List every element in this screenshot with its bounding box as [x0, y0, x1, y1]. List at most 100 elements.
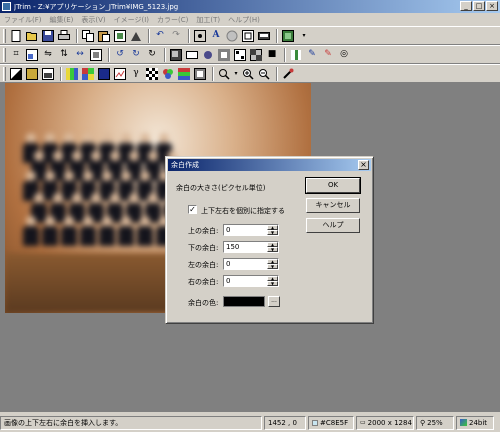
spin-down-icon[interactable]: ▼	[267, 281, 278, 286]
menu-image[interactable]: イメージ(I)	[114, 15, 149, 25]
image-size-icon: ▭	[360, 418, 366, 426]
shadow-icon[interactable]	[169, 48, 183, 62]
crop-icon[interactable]: ⌗	[9, 48, 23, 62]
toolbar-grip	[3, 47, 6, 62]
paint-icon[interactable]	[129, 29, 143, 43]
new-icon[interactable]	[9, 29, 23, 43]
circle-icon[interactable]	[225, 29, 239, 43]
mask-icon[interactable]	[185, 48, 199, 62]
individual-margin-checkbox[interactable]: ✓	[188, 205, 197, 214]
bottom-margin-spinner[interactable]: ▲ ▼	[267, 242, 278, 252]
color-icon[interactable]	[65, 67, 79, 81]
rotate-left-icon[interactable]: ↺	[113, 48, 127, 62]
toolbar-main: ↶ ↷ A ▾	[0, 26, 500, 45]
right-margin-input[interactable]	[225, 276, 266, 286]
tone-icon[interactable]	[97, 67, 111, 81]
menu-help[interactable]: ヘルプ(H)	[228, 15, 260, 25]
noise-icon[interactable]	[233, 48, 247, 62]
toolbar-separator	[284, 47, 286, 62]
search-icon[interactable]	[217, 67, 231, 81]
dialog-title-bar: 余白作成 ×	[168, 159, 371, 171]
eyedropper-icon[interactable]	[281, 67, 295, 81]
ok-button[interactable]: OK	[305, 177, 361, 194]
margin-color-button[interactable]: ...	[268, 296, 280, 307]
right-margin-spinner[interactable]: ▲ ▼	[267, 276, 278, 286]
brush-icon[interactable]	[289, 48, 303, 62]
toolbar-color: γ ▾	[0, 64, 500, 83]
bottom-margin-input[interactable]	[225, 242, 266, 252]
left-margin-spinner[interactable]: ▲ ▼	[267, 259, 278, 269]
chevron-down-icon[interactable]: ▾	[233, 67, 239, 81]
status-depth: 24bit	[456, 415, 494, 430]
save-icon[interactable]	[41, 29, 55, 43]
dither-icon[interactable]	[145, 67, 159, 81]
rotate-icon[interactable]	[89, 48, 103, 62]
rotate-right-icon[interactable]: ↻	[129, 48, 143, 62]
margin-color-swatch[interactable]	[223, 296, 265, 307]
left-margin-input[interactable]	[225, 259, 266, 269]
spin-down-icon[interactable]: ▼	[267, 230, 278, 235]
menu-edit[interactable]: 編集(E)	[50, 15, 74, 25]
menu-color[interactable]: カラー(C)	[157, 15, 188, 25]
mosaic-icon[interactable]	[249, 48, 263, 62]
select-icon[interactable]: ■	[265, 48, 279, 62]
rgb-icon[interactable]	[161, 67, 175, 81]
palette-icon[interactable]	[81, 67, 95, 81]
undo-icon[interactable]: ↶	[153, 29, 167, 43]
sharpen-icon[interactable]	[217, 48, 231, 62]
menu-process[interactable]: 加工(T)	[196, 15, 220, 25]
eraser-icon[interactable]: ✎	[321, 48, 335, 62]
resize-icon[interactable]	[25, 48, 39, 62]
trim-icon[interactable]	[113, 29, 127, 43]
rotate-any-icon[interactable]: ↻	[145, 48, 159, 62]
pen-icon[interactable]: ✎	[305, 48, 319, 62]
status-zoom: ⚲ 25%	[416, 415, 454, 430]
frame-icon[interactable]	[241, 29, 255, 43]
gray-icon[interactable]	[193, 67, 207, 81]
zoom-out-icon[interactable]	[257, 67, 271, 81]
brightness-icon[interactable]	[25, 67, 39, 81]
gradient-icon[interactable]	[41, 67, 55, 81]
left-margin-field[interactable]: ▲▼	[223, 258, 279, 270]
top-margin-field[interactable]: ▲▼	[223, 224, 279, 236]
help-button[interactable]: ヘルプ	[306, 218, 360, 233]
top-margin-label: 上の余白:	[188, 227, 219, 235]
toolbar-separator	[188, 28, 190, 43]
paste-icon[interactable]	[97, 29, 111, 43]
move-icon[interactable]: ↔	[73, 48, 87, 62]
open-icon[interactable]	[25, 29, 39, 43]
spiral-icon[interactable]: ◎	[337, 48, 351, 62]
hue-icon[interactable]	[113, 67, 127, 81]
contrast-icon[interactable]	[9, 67, 23, 81]
border-icon[interactable]	[257, 29, 271, 43]
fit-icon[interactable]	[193, 29, 207, 43]
zoom-icon: ⚲	[420, 418, 426, 427]
display-icon[interactable]	[281, 29, 295, 43]
blur-icon[interactable]	[201, 48, 215, 62]
chevron-down-icon[interactable]: ▾	[297, 29, 311, 43]
maximize-button[interactable]: □	[473, 1, 485, 11]
bottom-margin-field[interactable]: ▲▼	[223, 241, 279, 253]
channel-icon[interactable]	[177, 67, 191, 81]
close-button[interactable]: ×	[486, 1, 498, 11]
zoom-in-icon[interactable]	[241, 67, 255, 81]
spin-down-icon[interactable]: ▼	[267, 247, 278, 252]
toolbar-separator	[60, 66, 62, 81]
cancel-button[interactable]: キャンセル	[306, 198, 360, 213]
title-bar: JTrim - Z:¥アプリケーション_JTrim¥IMG_5123.jpg _…	[0, 0, 500, 13]
text-icon[interactable]: A	[209, 29, 223, 43]
spin-down-icon[interactable]: ▼	[267, 264, 278, 269]
right-margin-field[interactable]: ▲▼	[223, 275, 279, 287]
minimize-button[interactable]: _	[460, 1, 472, 11]
top-margin-input[interactable]	[225, 225, 266, 235]
mirror-icon[interactable]: ⇅	[57, 48, 71, 62]
dialog-close-button[interactable]: ×	[358, 160, 369, 170]
flip-icon[interactable]: ⇋	[41, 48, 55, 62]
gamma-icon[interactable]: γ	[129, 67, 143, 81]
menu-view[interactable]: 表示(V)	[81, 15, 105, 25]
redo-icon[interactable]: ↷	[169, 29, 183, 43]
menu-file[interactable]: ファイル(F)	[4, 15, 42, 25]
top-margin-spinner[interactable]: ▲ ▼	[267, 225, 278, 235]
copy-icon[interactable]	[81, 29, 95, 43]
print-icon[interactable]	[57, 29, 71, 43]
